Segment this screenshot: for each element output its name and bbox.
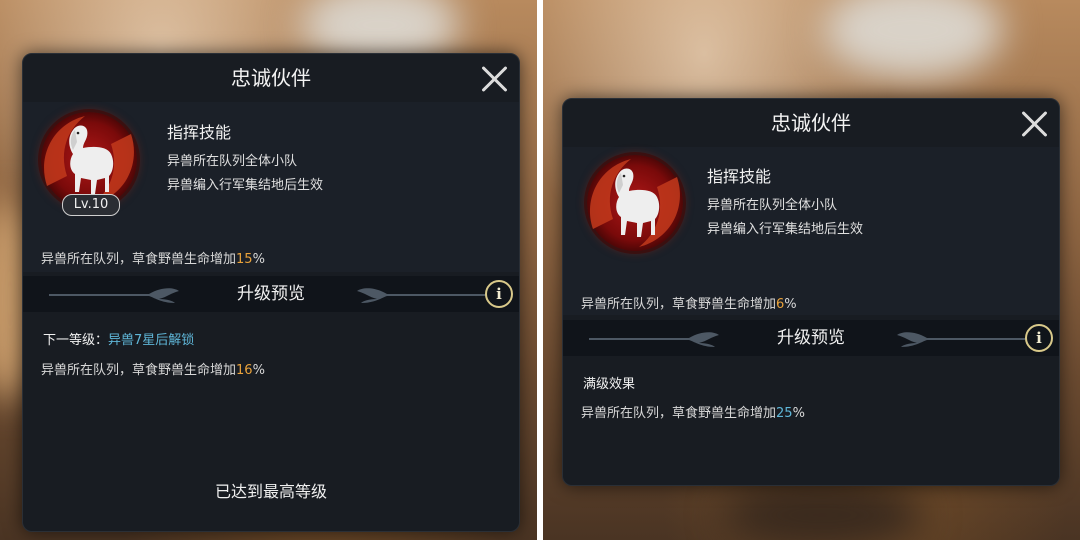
effect-text: 异兽所在队列，草食野兽生命增加 [41, 252, 237, 267]
screenshot-right: 忠诚伙伴 指挥技能 异兽所在队列全体小队 异兽编入行军集结地后生效 异兽所在队列… [543, 0, 1080, 540]
effect-unit: % [252, 252, 265, 267]
info-icon[interactable]: i [1025, 324, 1053, 352]
upgrade-preview-label: 升级预览 [237, 284, 305, 304]
upgrade-preview-bar: 升级预览 i [23, 276, 519, 312]
next-level-label: 下一等级： [43, 333, 109, 348]
effect-text: 异兽所在队列，草食野兽生命增加 [581, 297, 777, 312]
current-effect: 异兽所在队列，草食野兽生命增加6% [581, 293, 797, 312]
effect-value: 16 [236, 363, 253, 378]
next-level-row: 下一等级：异兽7星后解锁 [43, 329, 194, 348]
screenshot-left: 忠诚伙伴 Lv.10 指挥技能 异兽所在队列全体小队 异兽编入行军集结地后生效 … [0, 0, 537, 540]
effect-unit: % [252, 363, 265, 378]
effect-text: 异兽所在队列，草食野兽生命增加 [41, 363, 237, 378]
beast-avatar [587, 155, 683, 251]
next-effect: 异兽所在队列，草食野兽生命增加16% [41, 359, 265, 378]
skill-name: 指挥技能 [167, 123, 232, 142]
close-icon[interactable] [479, 64, 509, 94]
max-level-message: 已达到最高等级 [214, 482, 327, 501]
skill-desc-line1: 异兽所在队列全体小队 [167, 154, 298, 169]
background-blur [823, 0, 1003, 80]
effect-text: 异兽所在队列，草食野兽生命增加 [581, 406, 777, 421]
horse-icon [615, 168, 660, 237]
skill-name: 指挥技能 [707, 167, 772, 186]
current-effect: 异兽所在队列，草食野兽生命增加15% [41, 248, 265, 267]
max-effect: 异兽所在队列，草食野兽生命增加25% [581, 402, 805, 421]
effect-value: 25 [776, 406, 793, 421]
max-effect-label: 满级效果 [583, 377, 636, 392]
next-level-condition: 异兽7星后解锁 [108, 333, 195, 348]
effect-value: 15 [236, 252, 253, 267]
info-icon[interactable]: i [485, 280, 513, 308]
dialog-title: 忠诚伙伴 [231, 66, 311, 90]
skill-desc-line1: 异兽所在队列全体小队 [707, 198, 838, 213]
effect-unit: % [784, 297, 797, 312]
horse-icon [69, 125, 114, 194]
upgrade-preview-bar: 升级预览 i [563, 320, 1059, 356]
upgrade-preview-label: 升级预览 [777, 328, 845, 348]
skill-desc-line2: 异兽编入行军集结地后生效 [707, 222, 864, 237]
background-blur [723, 480, 923, 540]
close-icon[interactable] [1019, 109, 1049, 139]
loyal-partner-dialog: 忠诚伙伴 指挥技能 异兽所在队列全体小队 异兽编入行军集结地后生效 异兽所在队列… [562, 98, 1060, 486]
loyal-partner-dialog: 忠诚伙伴 Lv.10 指挥技能 异兽所在队列全体小队 异兽编入行军集结地后生效 … [22, 53, 520, 532]
dialog-title: 忠诚伙伴 [771, 111, 851, 135]
skill-desc-line2: 异兽编入行军集结地后生效 [167, 178, 324, 193]
effect-unit: % [792, 406, 805, 421]
level-badge: Lv.10 [62, 194, 120, 216]
